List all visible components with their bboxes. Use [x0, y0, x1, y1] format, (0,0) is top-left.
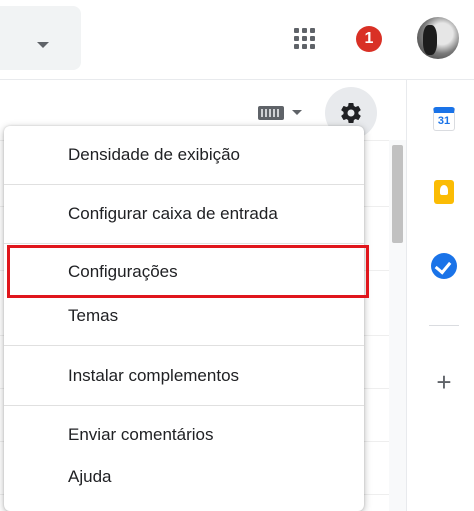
menu-divider [4, 345, 364, 346]
avatar[interactable] [417, 17, 459, 59]
scrollbar-thumb[interactable] [392, 145, 403, 243]
chevron-down-icon[interactable] [37, 42, 49, 48]
chevron-down-icon[interactable] [292, 110, 302, 115]
menu-item-help[interactable]: Ajuda [4, 459, 364, 495]
apps-grid-icon[interactable] [294, 28, 316, 50]
keyboard-icon[interactable] [258, 106, 284, 120]
menu-item-themes[interactable]: Temas [4, 298, 364, 334]
menu-item-configure-inbox[interactable]: Configurar caixa de entrada [4, 196, 364, 232]
settings-menu: Densidade de exibição Configurar caixa d… [4, 126, 364, 511]
tasks-icon[interactable] [431, 253, 457, 279]
search-options-box[interactable] [0, 6, 81, 70]
keep-icon[interactable] [434, 180, 454, 204]
calendar-day: 31 [437, 115, 451, 127]
menu-item-send-feedback[interactable]: Enviar comentários [4, 417, 364, 453]
menu-item-install-addons[interactable]: Instalar complementos [4, 358, 364, 394]
plus-icon[interactable]: + [434, 369, 454, 395]
highlight-box [7, 245, 369, 298]
side-panel-divider [406, 80, 407, 511]
calendar-icon[interactable]: 31 [433, 107, 455, 131]
header-divider [0, 79, 474, 80]
menu-divider [4, 184, 364, 185]
gear-icon [341, 103, 361, 124]
menu-divider [4, 243, 364, 244]
menu-item-display-density[interactable]: Densidade de exibição [4, 137, 364, 173]
notification-badge[interactable]: 1 [356, 26, 382, 52]
menu-divider [4, 405, 364, 406]
side-panel-separator [429, 325, 459, 326]
